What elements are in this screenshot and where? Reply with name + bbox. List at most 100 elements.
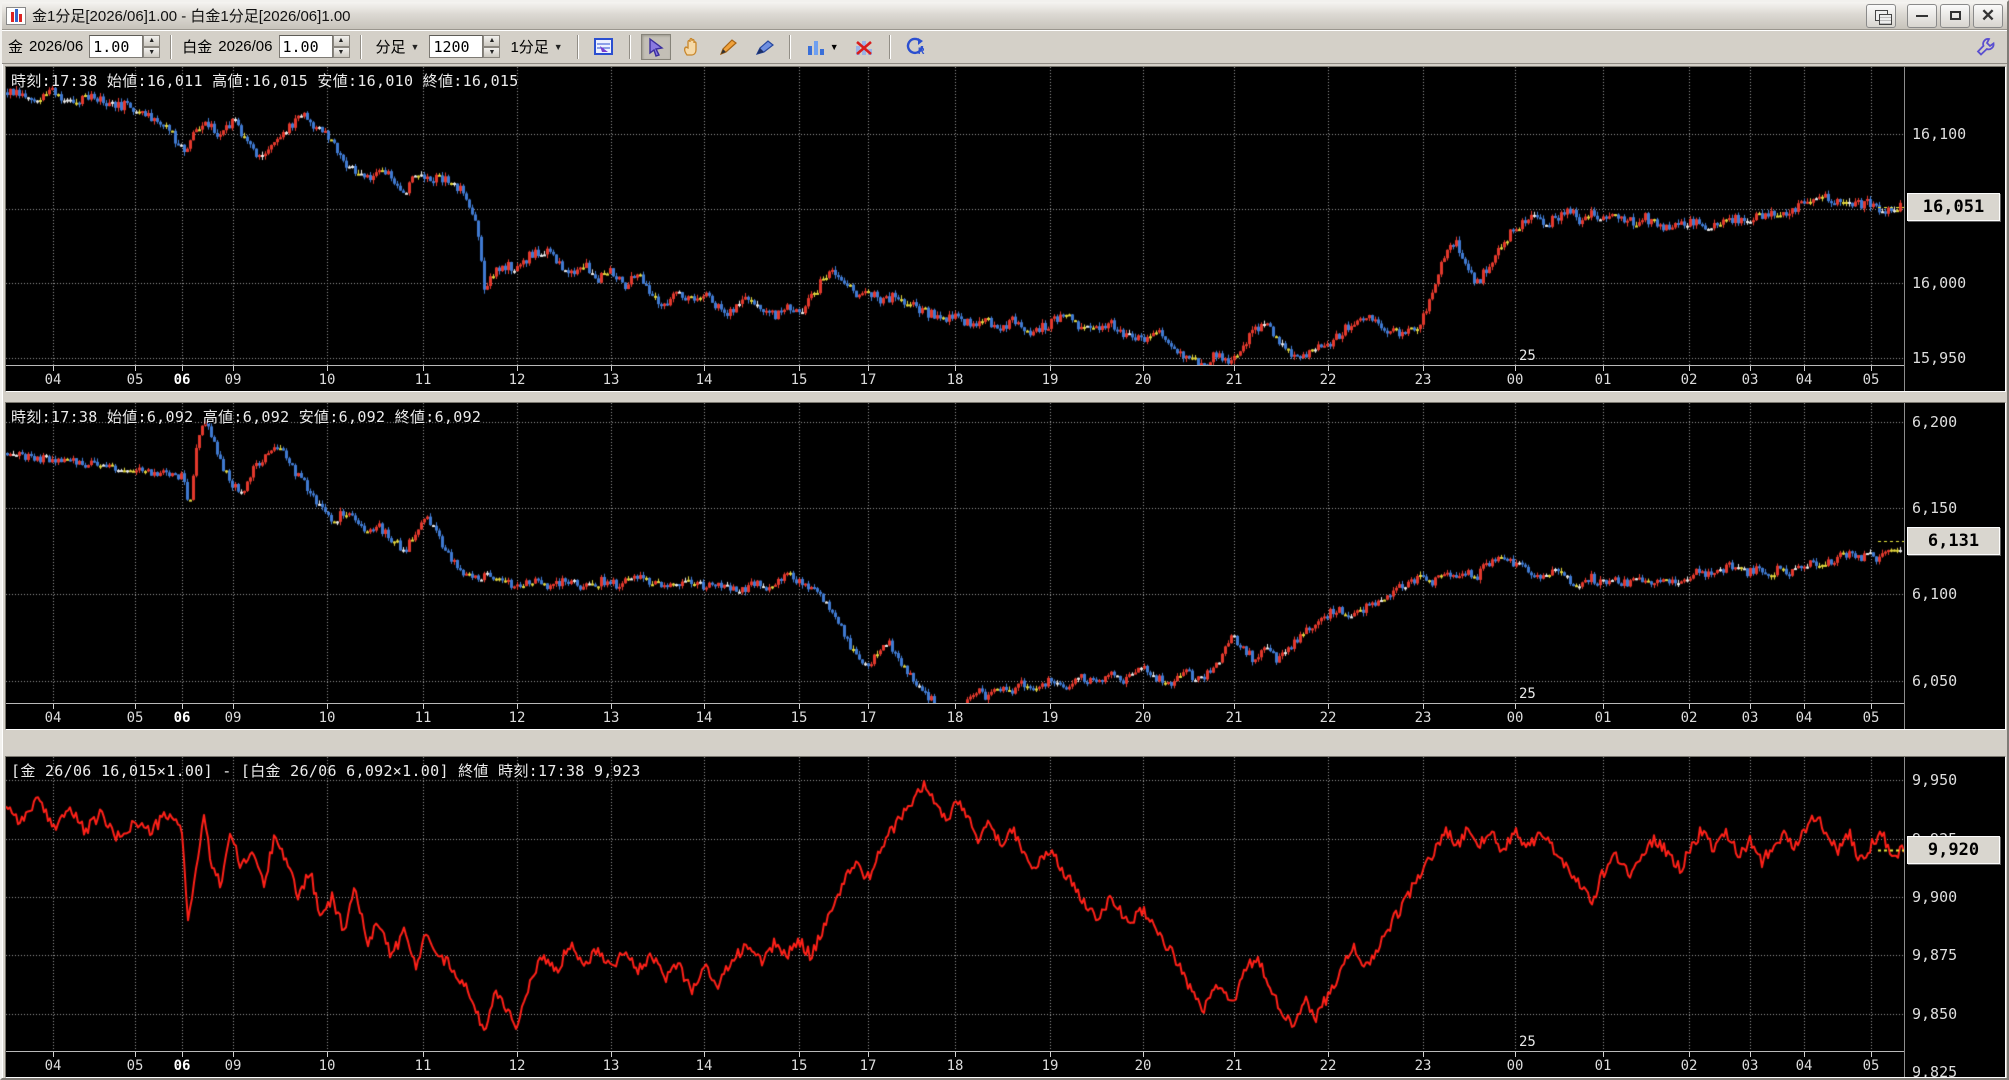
- platinum-plot-area[interactable]: 時刻:17:38 始値:6,092 高値:6,092 安値:6,092 終値:6…: [6, 403, 1904, 703]
- x-tick-label: 00: [1506, 1058, 1524, 1074]
- gold-multiplier-input[interactable]: [89, 35, 144, 58]
- x-tick-label: 23: [1414, 710, 1432, 726]
- marker-icon: [755, 39, 774, 55]
- x-tick: [1603, 1052, 1604, 1057]
- spread-time-axis[interactable]: 04 05 06 09 10 11 12 13 14 15 17 18 19 20 21 22 23 00 01 02…: [6, 1051, 1904, 1077]
- platinum-price-axis[interactable]: 6,131 6,200 6,150 6,100 6,050: [1904, 403, 2003, 703]
- platinum-last-price-box: 6,131: [1907, 526, 2000, 555]
- toolbar-separator: [170, 34, 173, 59]
- panel-divider[interactable]: [5, 392, 2004, 402]
- x-tick-label: 18: [946, 710, 964, 726]
- x-tick-label: 03: [1741, 372, 1759, 388]
- gold-plot-area[interactable]: 時刻:17:38 始値:16,011 高値:16,015 安値:16,010 終…: [6, 67, 1904, 365]
- x-tick: [517, 1052, 518, 1057]
- x-tick-label: 19: [1041, 1058, 1059, 1074]
- x-tick: [1804, 366, 1805, 371]
- gold-multiplier-up-button[interactable]: ▲: [143, 35, 161, 47]
- bar-type-dropdown[interactable]: 1分足 ▼: [506, 34, 566, 59]
- float-window-button[interactable]: [1866, 3, 1896, 28]
- x-tick: [799, 704, 800, 709]
- spread-plot-area[interactable]: [金 26/06 16,015×1.00] - [白金 26/06 6,092×…: [6, 757, 1904, 1051]
- bar-count-down-button[interactable]: ▼: [483, 46, 501, 58]
- x-tick: [955, 366, 956, 371]
- maximize-button[interactable]: [1940, 3, 1970, 28]
- minimize-button[interactable]: [1907, 3, 1937, 28]
- hand-tool-button[interactable]: [677, 34, 707, 60]
- x-tick-label: 13: [602, 710, 620, 726]
- axis-corner: [1904, 365, 2003, 391]
- interval-type-label: 分足: [375, 39, 406, 56]
- interval-type-dropdown[interactable]: 分足 ▼: [372, 34, 424, 59]
- gold-time-axis[interactable]: 04 05 06 09 10 11 12 13 14 15 17 18 19 20 21 22 23 00 01 02…: [6, 365, 1904, 391]
- pencil-icon: [719, 38, 737, 55]
- spread-last-price-box: 9,920: [1907, 836, 2000, 865]
- bar-count-input[interactable]: [429, 35, 484, 58]
- window-title: 金1分足[2026/06]1.00 - 白金1分足[2026/06]1.00: [32, 8, 351, 25]
- spread-price-axis[interactable]: 9,920 9,9509,9259,9009,8759,8509,825: [1904, 757, 2003, 1077]
- close-button[interactable]: ✕: [1973, 3, 2003, 28]
- y-tick-label: 9,825: [1912, 1063, 1958, 1078]
- x-tick: [611, 366, 612, 371]
- gold-multiplier-down-button[interactable]: ▼: [143, 46, 161, 58]
- x-tick-label: 02: [1680, 1058, 1698, 1074]
- platinum-multiplier-spinner: ▲▼: [278, 35, 350, 58]
- x-tick: [517, 366, 518, 371]
- spread-line-canvas[interactable]: [6, 757, 1904, 1051]
- x-tick-label: 10: [318, 372, 336, 388]
- x-tick-label: 13: [602, 1058, 620, 1074]
- spread-formula-readout: [金 26/06 16,015×1.00] - [白金 26/06 6,092×…: [11, 762, 641, 780]
- x-tick: [1050, 704, 1051, 709]
- y-tick-label: 16,100: [1912, 125, 1967, 144]
- x-tick-label: 15: [790, 710, 808, 726]
- x-tick-label: 03: [1741, 710, 1759, 726]
- platinum-multiplier-down-button[interactable]: ▼: [332, 46, 350, 58]
- delete-chart-button[interactable]: [849, 34, 879, 60]
- chart-type-dropdown-button[interactable]: ▼: [801, 34, 843, 60]
- gold-last-price-box: 16,051: [1907, 193, 2000, 222]
- panel-divider[interactable]: [5, 730, 2004, 756]
- candlestick-app-icon: [6, 6, 26, 25]
- settings-wrench-button[interactable]: [1971, 34, 2001, 60]
- platinum-time-axis[interactable]: 04 05 06 09 10 11 12 13 14 15 17 18 19 20 21 22 23 00 01 02…: [6, 703, 1904, 729]
- y-tick-label: 16,000: [1912, 274, 1967, 293]
- x-tick: [1515, 1052, 1516, 1057]
- refresh-icon: R: [906, 37, 925, 56]
- x-tick-label: 12: [508, 710, 526, 726]
- x-tick: [1050, 1052, 1051, 1057]
- x-tick-label: 06: [173, 372, 191, 388]
- cursor-tool-button[interactable]: [640, 33, 671, 60]
- x-tick: [1603, 704, 1604, 709]
- x-tick: [1234, 1052, 1235, 1057]
- pencil-tool-button[interactable]: [713, 34, 743, 60]
- x-tick: [1515, 366, 1516, 371]
- marker-tool-button[interactable]: [749, 34, 779, 60]
- x-tick-label: 20: [1134, 1058, 1152, 1074]
- chart-settings-button[interactable]: [589, 34, 619, 60]
- platinum-multiplier-input[interactable]: [278, 35, 333, 58]
- x-tick-label: 17: [859, 372, 877, 388]
- gold-candles-canvas[interactable]: [6, 67, 1904, 365]
- platinum-candles-canvas[interactable]: [6, 403, 1904, 703]
- chevron-down-icon: ▼: [410, 41, 420, 52]
- title-bar[interactable]: 金1分足[2026/06]1.00 - 白金1分足[2026/06]1.00 ✕: [2, 2, 2007, 30]
- x-tick: [1423, 704, 1424, 709]
- x-tick: [53, 1052, 54, 1057]
- x-tick-label: 12: [508, 372, 526, 388]
- platinum-label: 白金: [182, 39, 213, 56]
- gold-price-axis[interactable]: 16,051 16,15016,10016,05016,00015,950: [1904, 67, 2003, 367]
- axis-corner: [1904, 703, 2003, 729]
- x-tick-label: 05: [126, 372, 144, 388]
- x-tick: [1603, 366, 1604, 371]
- platinum-multiplier-up-button[interactable]: ▲: [332, 35, 350, 47]
- x-tick-label: 04: [44, 1058, 62, 1074]
- refresh-button[interactable]: R: [901, 34, 931, 60]
- x-tick: [1234, 366, 1235, 371]
- x-tick-label: 22: [1319, 710, 1337, 726]
- x-tick: [1750, 366, 1751, 371]
- x-tick: [1328, 1052, 1329, 1057]
- x-tick: [1423, 1052, 1424, 1057]
- x-tick: [327, 1052, 328, 1057]
- bar-count-up-button[interactable]: ▲: [483, 35, 501, 47]
- x-tick-label: 21: [1225, 1058, 1243, 1074]
- x-tick: [135, 704, 136, 709]
